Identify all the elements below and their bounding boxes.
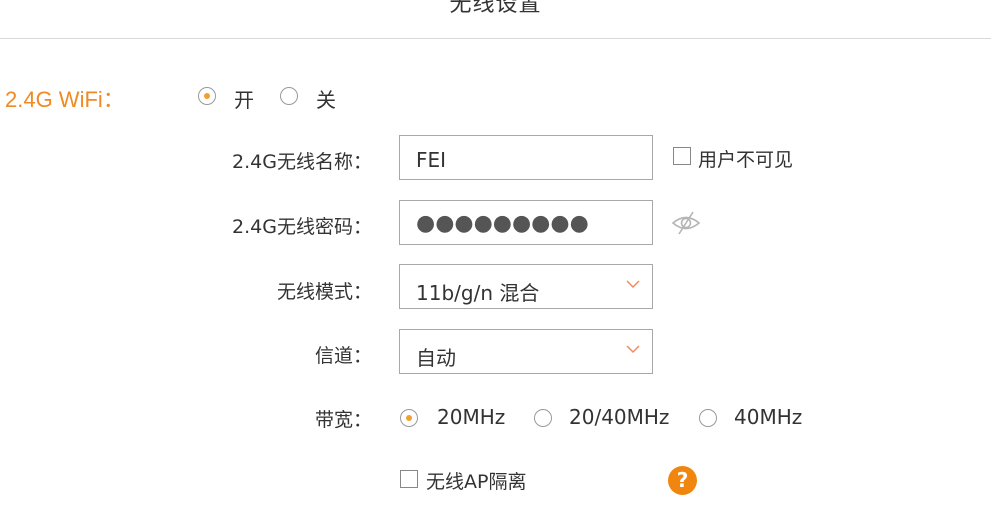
header-divider xyxy=(0,38,991,39)
bandwidth-20-label[interactable]: 20MHz xyxy=(437,405,505,429)
ssid-input[interactable]: FEI xyxy=(399,135,653,180)
bandwidth-2040-radio[interactable] xyxy=(534,409,552,427)
chevron-down-icon xyxy=(626,280,640,289)
wifi-on-radio[interactable] xyxy=(198,87,216,105)
bandwidth-20-radio[interactable] xyxy=(400,409,418,427)
help-icon[interactable]: ? xyxy=(668,466,697,495)
bandwidth-2040-label[interactable]: 20/40MHz xyxy=(569,405,669,429)
ssid-label: 2.4G无线名称： xyxy=(232,151,372,173)
password-input[interactable]: ●●●●●●●●● xyxy=(399,200,653,245)
eye-slash-icon[interactable] xyxy=(670,210,702,236)
hide-ssid-label[interactable]: 用户不可见 xyxy=(698,145,793,172)
channel-label: 信道： xyxy=(314,345,372,367)
ssid-value: FEI xyxy=(416,148,447,172)
wifi-section-label: 2.4G WiFi： xyxy=(5,87,125,112)
ap-isolation-checkbox[interactable] xyxy=(400,470,418,488)
wifi-on-label[interactable]: 开 xyxy=(234,84,254,113)
password-value: ●●●●●●●●● xyxy=(416,211,589,236)
password-label: 2.4G无线密码： xyxy=(232,216,372,238)
bandwidth-label: 带宽： xyxy=(314,409,372,431)
chevron-down-icon xyxy=(626,345,640,354)
bandwidth-40-radio[interactable] xyxy=(699,409,717,427)
ap-isolation-label[interactable]: 无线AP隔离 xyxy=(426,467,526,494)
bandwidth-40-label[interactable]: 40MHz xyxy=(734,405,802,429)
page-title: 无线设置 xyxy=(449,0,542,17)
mode-select[interactable]: 11b/g/n 混合 xyxy=(399,264,653,309)
channel-value: 自动 xyxy=(416,346,456,370)
wifi-off-radio[interactable] xyxy=(280,87,298,105)
mode-value: 11b/g/n 混合 xyxy=(416,281,540,305)
hide-ssid-checkbox[interactable] xyxy=(673,147,691,165)
mode-label: 无线模式： xyxy=(276,281,372,303)
wifi-off-label[interactable]: 关 xyxy=(316,84,336,113)
channel-select[interactable]: 自动 xyxy=(399,329,653,374)
